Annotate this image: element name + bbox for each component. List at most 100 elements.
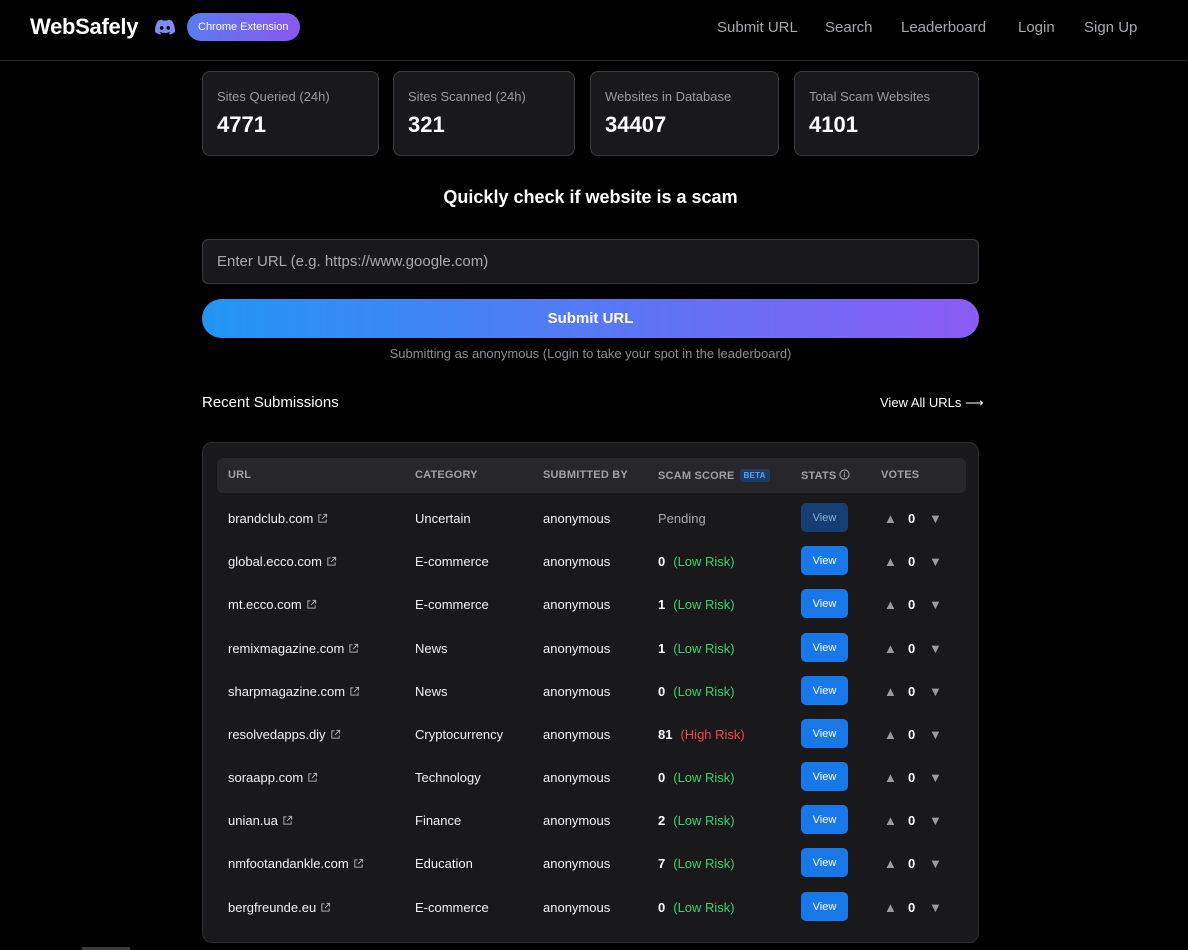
view-stats-button[interactable]: View — [801, 546, 848, 575]
external-link-icon[interactable] — [348, 643, 359, 654]
category-cell: Education — [415, 856, 473, 871]
submit-url-button[interactable]: Submit URL — [202, 299, 979, 338]
scam-score-cell: 7 (Low Risk) — [658, 842, 735, 885]
url-link[interactable]: nmfootandankle.com — [228, 856, 349, 871]
downvote-arrow-icon[interactable]: ▼ — [929, 540, 942, 583]
downvote-arrow-icon[interactable]: ▼ — [929, 886, 942, 929]
downvote-arrow-icon[interactable]: ▼ — [929, 670, 942, 713]
view-stats-button[interactable]: View — [801, 848, 848, 877]
page-headline: Quickly check if website is a scam — [443, 187, 738, 207]
upvote-arrow-icon[interactable]: ▲ — [884, 799, 897, 842]
upvote-arrow-icon[interactable]: ▲ — [884, 756, 897, 799]
risk-level: (Low Risk) — [673, 856, 735, 871]
view-stats-button[interactable]: View — [801, 762, 848, 791]
submitted-by-cell: anonymous — [543, 813, 611, 828]
url-cell[interactable]: global.ecco.com — [228, 540, 337, 583]
url-cell[interactable]: sharpmagazine.com — [228, 670, 360, 713]
external-link-icon[interactable] — [326, 556, 337, 567]
risk-level: (Low Risk) — [673, 900, 735, 915]
url-link[interactable]: remixmagazine.com — [228, 641, 344, 656]
downvote-arrow-icon[interactable]: ▼ — [929, 799, 942, 842]
external-link-icon[interactable] — [353, 858, 364, 869]
external-link-icon[interactable] — [320, 902, 331, 913]
table-header: URL CATEGORY SUBMITTED BY SCAM SCORE BETA… — [217, 458, 966, 493]
url-cell[interactable]: unian.ua — [228, 799, 293, 842]
external-link-icon[interactable] — [307, 772, 318, 783]
downvote-arrow-icon[interactable]: ▼ — [929, 756, 942, 799]
upvote-arrow-icon[interactable]: ▲ — [884, 627, 897, 670]
url-cell[interactable]: bergfreunde.eu — [228, 886, 331, 929]
url-link[interactable]: global.ecco.com — [228, 554, 322, 569]
url-cell[interactable]: brandclub.com — [228, 497, 328, 540]
view-stats-button[interactable]: View — [801, 503, 848, 532]
external-link-icon[interactable] — [317, 513, 328, 524]
info-icon[interactable] — [839, 469, 851, 480]
submitted-by-cell: anonymous — [543, 727, 611, 742]
nav-sign-up[interactable]: Sign Up — [1084, 19, 1137, 36]
url-cell[interactable]: mt.ecco.com — [228, 583, 317, 626]
downvote-arrow-icon[interactable]: ▼ — [929, 497, 942, 540]
url-cell[interactable]: resolvedapps.diy — [228, 713, 341, 756]
column-header-votes: VOTES — [881, 469, 920, 481]
table-row: sharpmagazine.com News anonymous 0 (Low Risk… — [203, 670, 980, 713]
external-link-icon[interactable] — [330, 729, 341, 740]
view-stats-button[interactable]: View — [801, 633, 848, 662]
url-link[interactable]: bergfreunde.eu — [228, 900, 316, 915]
url-link[interactable]: soraapp.com — [228, 770, 303, 785]
downvote-arrow-icon[interactable]: ▼ — [929, 713, 942, 756]
url-cell[interactable]: nmfootandankle.com — [228, 842, 364, 885]
external-link-icon[interactable] — [282, 815, 293, 826]
downvote-arrow-icon[interactable]: ▼ — [929, 627, 942, 670]
table-row: remixmagazine.com News anonymous 1 (Low Risk… — [203, 627, 980, 670]
url-link[interactable]: sharpmagazine.com — [228, 684, 345, 699]
view-stats-button[interactable]: View — [801, 589, 848, 618]
nav-login[interactable]: Login — [1018, 19, 1055, 36]
scam-score-cell: 1 (Low Risk) — [658, 583, 735, 626]
view-stats-button[interactable]: View — [801, 676, 848, 705]
recent-submissions-title: Recent Submissions — [202, 394, 339, 411]
vote-count: 0 — [908, 727, 916, 742]
upvote-arrow-icon[interactable]: ▲ — [884, 886, 897, 929]
risk-level: (Low Risk) — [673, 770, 735, 785]
url-link[interactable]: brandclub.com — [228, 511, 313, 526]
url-cell[interactable]: soraapp.com — [228, 756, 318, 799]
url-link[interactable]: resolvedapps.diy — [228, 727, 326, 742]
view-stats-button[interactable]: View — [801, 805, 848, 834]
upvote-arrow-icon[interactable]: ▲ — [884, 670, 897, 713]
discord-icon[interactable] — [155, 19, 175, 35]
upvote-arrow-icon[interactable]: ▲ — [884, 540, 897, 583]
url-cell[interactable]: remixmagazine.com — [228, 627, 359, 670]
vote-count: 0 — [908, 597, 916, 612]
column-header-stats: STATS — [801, 469, 851, 482]
upvote-arrow-icon[interactable]: ▲ — [884, 583, 897, 626]
category-cell: Finance — [415, 813, 462, 828]
brand-logo[interactable]: WebSafely — [30, 14, 138, 40]
view-stats-button[interactable]: View — [801, 719, 848, 748]
external-link-icon[interactable] — [349, 686, 360, 697]
stat-value: 34407 — [605, 112, 667, 137]
submitted-by-cell: anonymous — [543, 900, 611, 915]
nav-leaderboard[interactable]: Leaderboard — [901, 19, 986, 36]
stat-value: 4771 — [217, 112, 266, 137]
stats-label: STATS — [801, 470, 837, 482]
upvote-arrow-icon[interactable]: ▲ — [884, 713, 897, 756]
column-header-url: URL — [228, 469, 252, 481]
upvote-arrow-icon[interactable]: ▲ — [884, 497, 897, 540]
chrome-extension-badge[interactable]: Chrome Extension — [187, 13, 300, 41]
downvote-arrow-icon[interactable]: ▼ — [929, 583, 942, 626]
nav-submit-url[interactable]: Submit URL — [717, 19, 798, 36]
view-stats-button[interactable]: View — [801, 892, 848, 921]
vote-count: 0 — [908, 554, 916, 569]
scam-score-value: 0 — [658, 770, 666, 785]
table-row: brandclub.com Uncertain anonymous Pending Vi… — [203, 497, 980, 540]
submissions-table: URL CATEGORY SUBMITTED BY SCAM SCORE BETA… — [202, 442, 979, 943]
submitted-by-cell: anonymous — [543, 684, 611, 699]
nav-search[interactable]: Search — [825, 19, 873, 36]
view-all-urls-link[interactable]: View All URLs ⟶ — [880, 395, 984, 411]
downvote-arrow-icon[interactable]: ▼ — [929, 842, 942, 885]
upvote-arrow-icon[interactable]: ▲ — [884, 842, 897, 885]
url-input[interactable] — [202, 239, 979, 284]
url-link[interactable]: unian.ua — [228, 813, 278, 828]
url-link[interactable]: mt.ecco.com — [228, 597, 302, 612]
external-link-icon[interactable] — [306, 599, 317, 610]
